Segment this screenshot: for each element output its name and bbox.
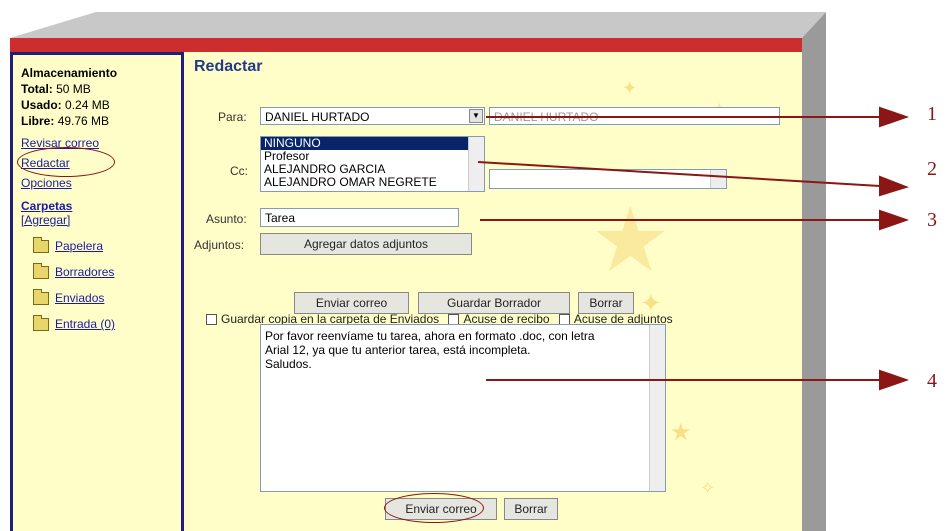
callout-number: 2 — [927, 158, 937, 180]
callout-arrows — [477, 106, 910, 391]
callout-number: 1 — [927, 103, 937, 125]
callout-number: 3 — [927, 209, 937, 231]
callout-number: 4 — [927, 370, 937, 392]
